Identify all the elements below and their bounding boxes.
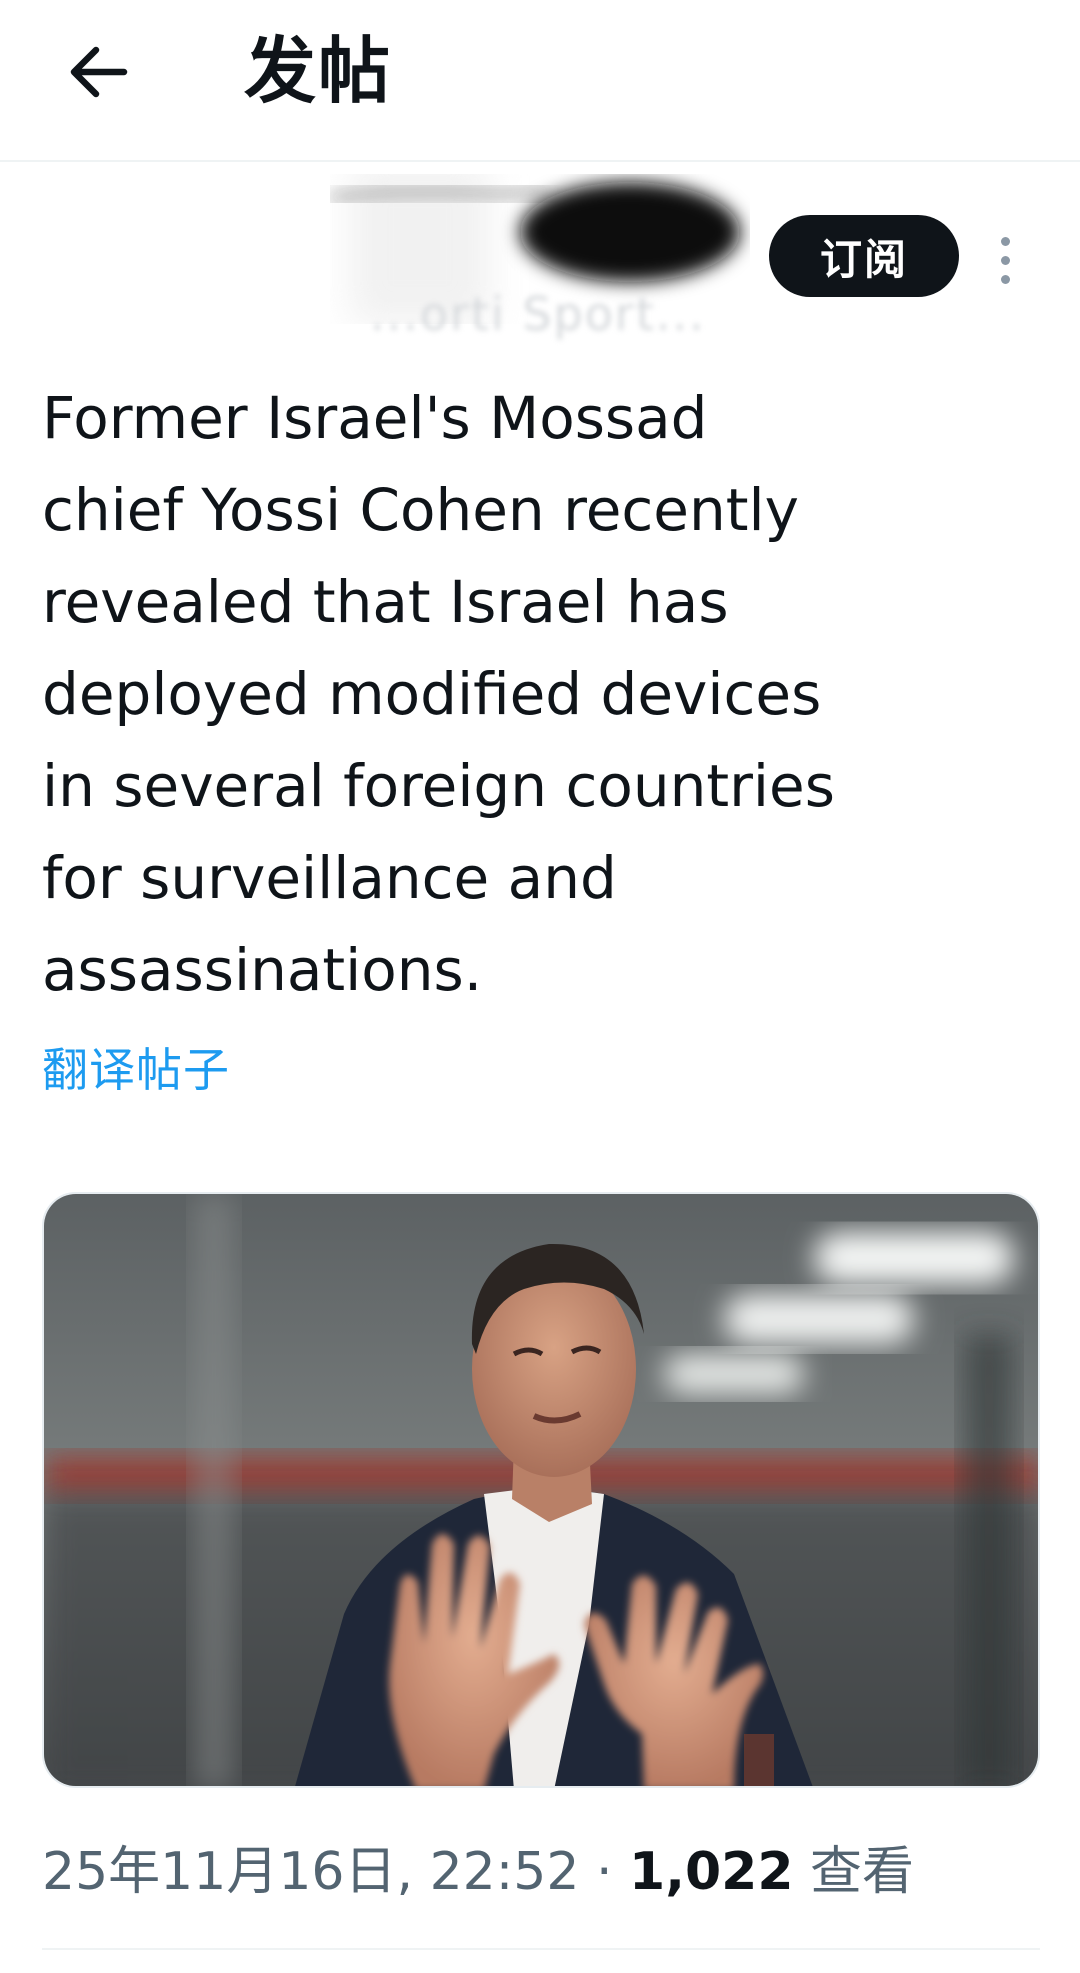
post-image[interactable]: [42, 1192, 1040, 1788]
post-text: Former Israel's Mossad chief Yossi Cohen…: [42, 384, 835, 1004]
author-handle[interactable]: ...orti Sport...: [370, 287, 706, 341]
post-author-row: ...orti Sport... 订阅: [0, 162, 1080, 362]
views-label: 查看: [793, 1842, 915, 1902]
top-bar: 发帖: [0, 0, 1080, 162]
arrow-left-icon: [70, 46, 128, 98]
more-vertical-icon: [1000, 236, 1010, 246]
more-options-button[interactable]: [985, 215, 1025, 305]
more-vertical-icon: [1000, 274, 1010, 284]
back-button[interactable]: [56, 30, 140, 114]
views-count: 1,022: [629, 1842, 794, 1902]
page-title: 发帖: [244, 29, 393, 113]
post-meta: 25年11月16日, 22:52 · 1,022 查看: [42, 1832, 914, 1912]
post-timestamp[interactable]: 25年11月16日, 22:52 ·: [42, 1842, 629, 1902]
subscribe-button[interactable]: 订阅: [769, 215, 959, 297]
divider: [42, 1948, 1040, 1950]
translate-post-link[interactable]: 翻译帖子: [42, 1040, 230, 1100]
more-vertical-icon: [1000, 255, 1010, 265]
photo-man-gesturing: [44, 1194, 1038, 1786]
